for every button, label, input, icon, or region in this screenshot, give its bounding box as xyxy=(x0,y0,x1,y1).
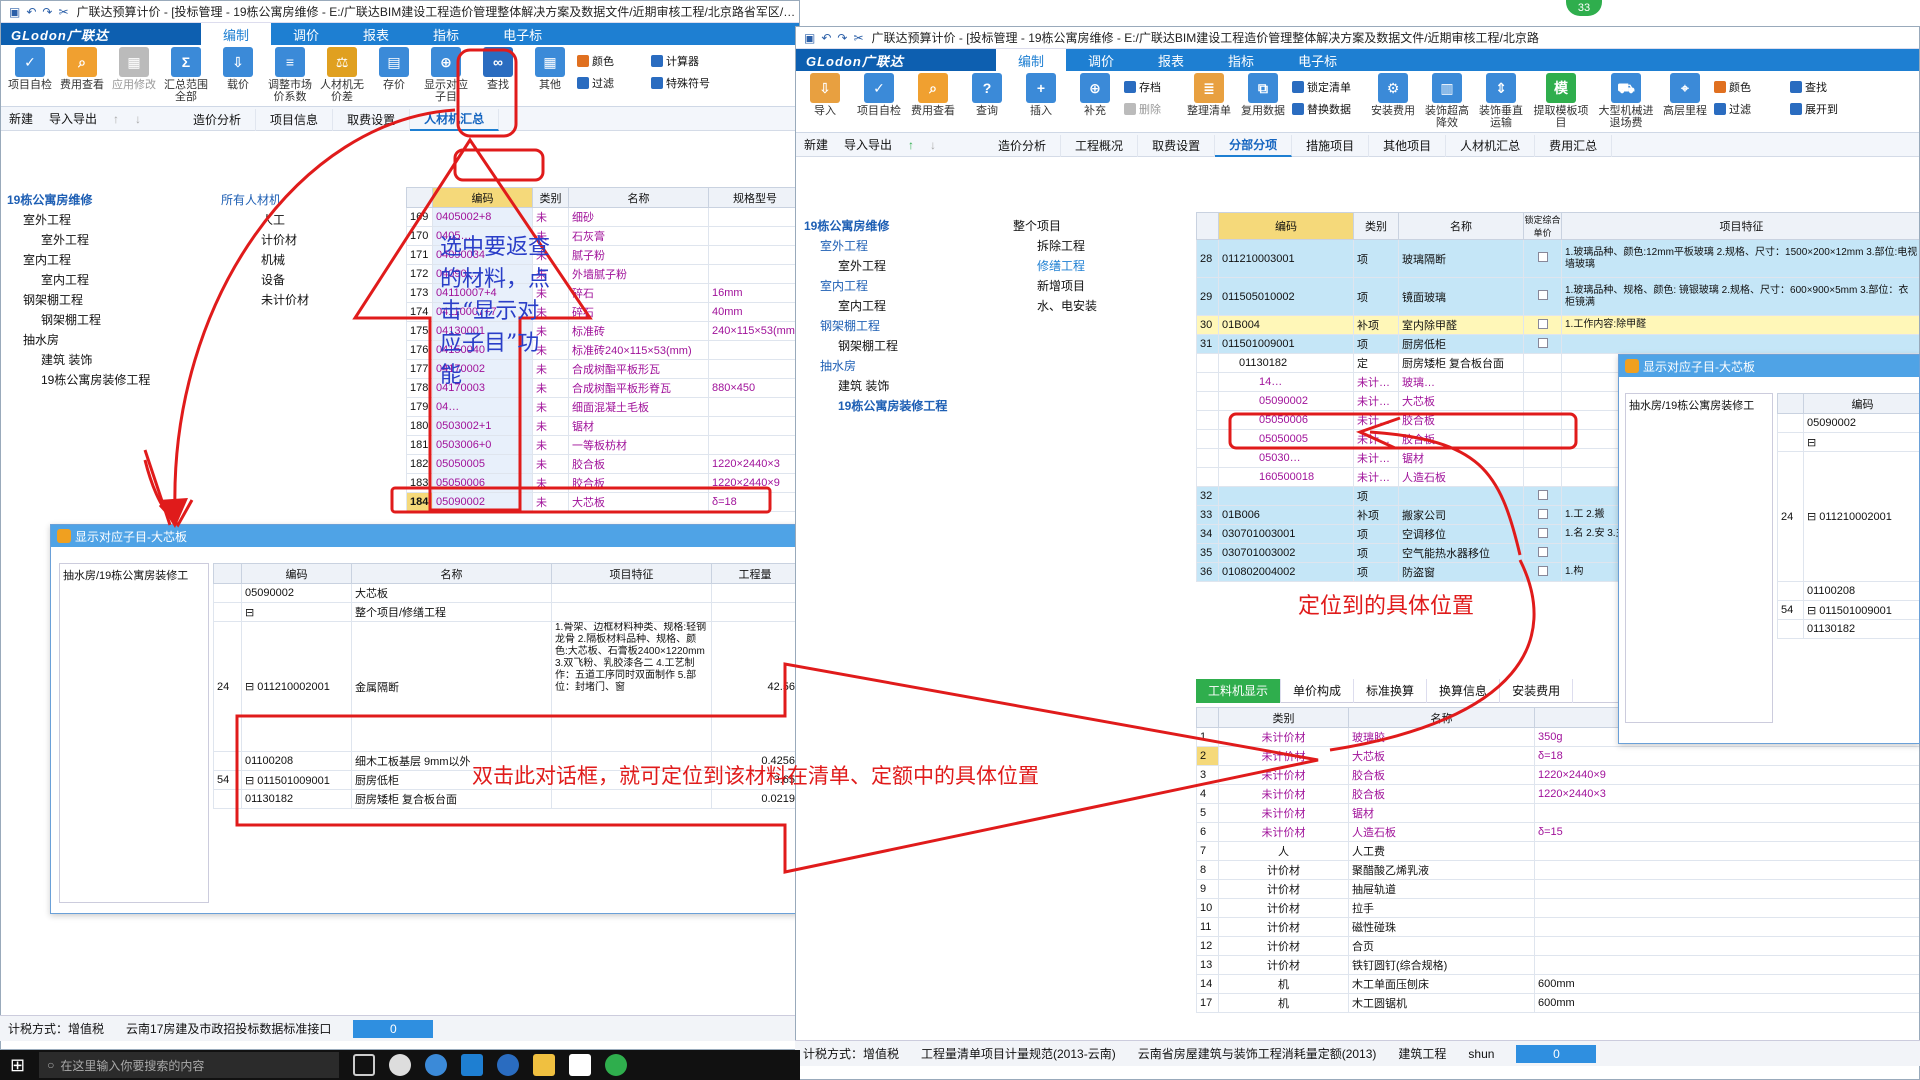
highlight-material-summary-tab xyxy=(453,148,545,182)
annotation-select-material: 选中要返查的材料，点击“显示对应子目”功能 xyxy=(440,235,551,388)
curve-to-located xyxy=(1369,430,1522,556)
highlight-show-sub-items-button xyxy=(456,48,518,138)
annotation-overlay xyxy=(143,48,1578,874)
annotation-located-position: 定位到的具体位置 xyxy=(1298,594,1475,619)
annotation-double-click: 双击此对话框，就可定位到该材料在清单、定额中的具体位置 xyxy=(472,764,1039,788)
highlight-selected-row xyxy=(390,486,772,514)
highlight-located-row xyxy=(1228,412,1578,450)
curve-to-dialog xyxy=(173,108,456,511)
arrow-left-line xyxy=(143,449,172,526)
